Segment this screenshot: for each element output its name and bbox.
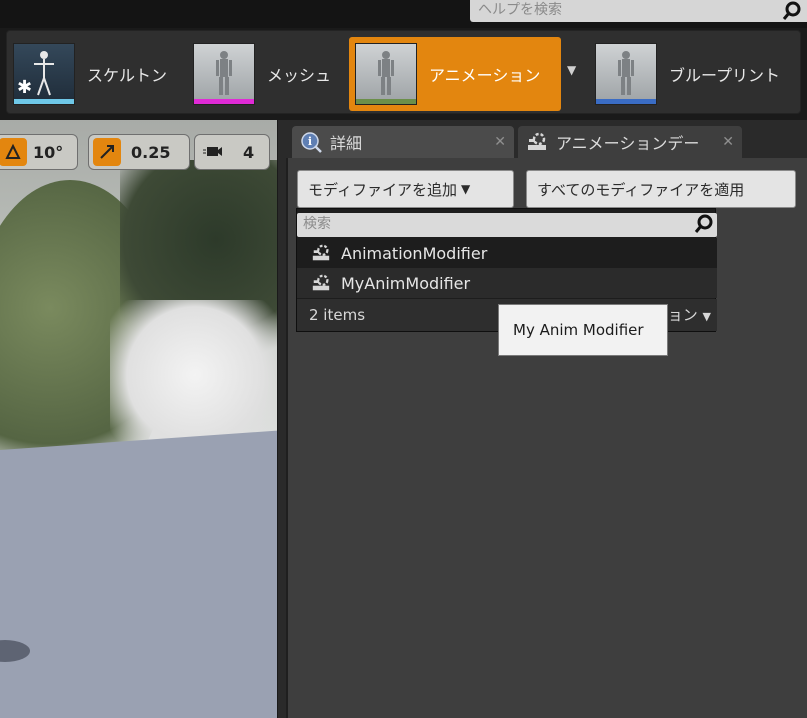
scale-snap-icon[interactable] xyxy=(93,138,121,166)
list-item-label: AnimationModifier xyxy=(341,243,488,263)
search-icon[interactable] xyxy=(781,0,803,22)
camera-speed-icon[interactable] xyxy=(199,138,227,166)
view-options-label: ョン xyxy=(667,306,698,324)
item-count: 2 items xyxy=(309,306,366,324)
list-item-label: MyAnimModifier xyxy=(341,273,471,293)
skeleton-label: スケルトン xyxy=(87,66,168,85)
animation-thumbnail xyxy=(355,43,417,105)
mannequin-icon xyxy=(378,51,394,95)
asterisk-icon: ✱ xyxy=(17,77,33,98)
camera-speed-value[interactable]: 4 xyxy=(237,143,260,162)
tooltip-text: My Anim Modifier xyxy=(513,321,644,339)
close-icon[interactable]: ✕ xyxy=(494,134,506,150)
asset-editor-bar: ✱ スケルトン メッシュ アニメーション ▼ ブループリント xyxy=(6,30,801,114)
list-item-animation-modifier[interactable]: AnimationModifier xyxy=(297,238,717,268)
mannequin-icon xyxy=(216,51,232,95)
skeleton-type-bar xyxy=(14,99,74,104)
animation-label: アニメーション xyxy=(429,66,541,85)
mannequin-icon xyxy=(618,51,634,95)
search-icon[interactable] xyxy=(693,213,715,235)
chevron-down-icon: ▼ xyxy=(702,310,711,323)
preview-viewport[interactable]: 10° 0.25 4 xyxy=(0,120,277,718)
view-options-button[interactable]: ョン ▼ xyxy=(668,299,711,333)
chevron-down-icon: ▼ xyxy=(460,182,471,196)
animation-modifier-icon xyxy=(312,274,330,291)
animation-button[interactable]: アニメーション xyxy=(349,37,561,111)
apply-all-modifiers-button[interactable]: すべてのモディファイアを適用 xyxy=(526,170,796,208)
rotation-snap-icon[interactable] xyxy=(0,138,27,166)
help-search-placeholder: ヘルプを検索 xyxy=(478,2,562,18)
blueprint-label: ブループリント xyxy=(669,66,781,85)
details-icon: i xyxy=(301,132,322,153)
rotation-snap-control[interactable]: 10° xyxy=(0,134,78,170)
tab-animation-data-label: アニメーションデー xyxy=(556,134,700,153)
blueprint-button[interactable]: ブループリント xyxy=(595,39,800,109)
help-search-input[interactable]: ヘルプを検索 xyxy=(470,0,807,22)
skeleton-thumbnail: ✱ xyxy=(13,43,75,105)
mesh-thumbnail xyxy=(193,43,255,105)
animation-type-bar xyxy=(356,99,416,104)
tab-animation-data[interactable]: アニメーションデー ✕ xyxy=(518,126,742,158)
svg-text:i: i xyxy=(308,135,312,148)
scale-snap-control[interactable]: 0.25 xyxy=(88,134,190,170)
blueprint-thumbnail xyxy=(595,43,657,105)
floor-plane xyxy=(0,430,277,718)
modifier-search-input[interactable]: 検索 xyxy=(297,213,717,237)
tab-details[interactable]: i 詳細 ✕ xyxy=(292,126,514,158)
background-building xyxy=(110,300,277,450)
animation-modifier-icon xyxy=(528,132,546,150)
tab-details-label: 詳細 xyxy=(330,134,363,153)
animation-modifier-icon xyxy=(312,244,330,261)
mesh-type-bar xyxy=(194,99,254,104)
list-item-my-anim-modifier[interactable]: MyAnimModifier xyxy=(297,268,717,298)
animation-dropdown-icon[interactable]: ▼ xyxy=(567,63,576,77)
apply-all-modifiers-label: すべてのモディファイアを適用 xyxy=(537,180,745,199)
close-icon[interactable]: ✕ xyxy=(722,134,734,150)
add-modifier-label: モディファイアを追加 xyxy=(308,180,457,199)
tooltip: My Anim Modifier xyxy=(498,304,668,356)
skeleton-icon xyxy=(34,51,54,96)
mesh-label: メッシュ xyxy=(267,66,332,85)
skeleton-button[interactable]: ✱ スケルトン xyxy=(13,39,188,109)
blueprint-type-bar xyxy=(596,99,656,104)
modifier-search-placeholder: 検索 xyxy=(303,216,331,232)
add-modifier-button[interactable]: モディファイアを追加 ▼ xyxy=(297,170,514,208)
rotation-snap-value[interactable]: 10° xyxy=(27,143,69,162)
scale-snap-value[interactable]: 0.25 xyxy=(125,143,176,162)
mesh-button[interactable]: メッシュ xyxy=(193,39,353,109)
viewport-toolbar: 10° 0.25 4 xyxy=(0,134,277,174)
camera-speed-control[interactable]: 4 xyxy=(194,134,270,170)
